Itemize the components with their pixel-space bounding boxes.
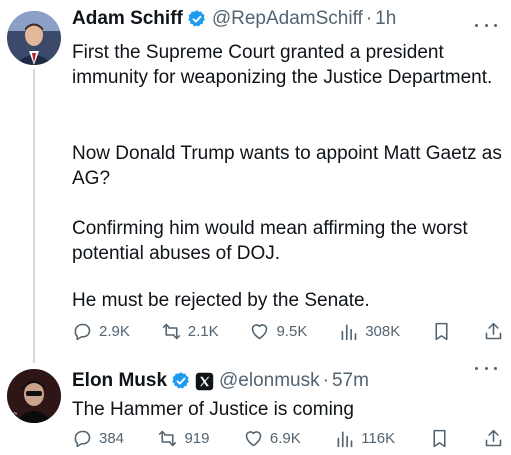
tweet-schiff[interactable]: Adam Schiff @RepAdamSchiff · 1h First th… — [0, 0, 511, 363]
tweet-text-paragraph: Now Donald Trump wants to appoint Matt G… — [72, 143, 502, 189]
reply-button[interactable]: 384 — [72, 428, 124, 449]
repost-button[interactable]: 2.1K — [161, 321, 219, 342]
tweet-text-paragraph: First the Supreme Court granted a presid… — [72, 42, 493, 88]
like-button[interactable]: 6.9K — [243, 428, 301, 449]
author-name[interactable]: Adam Schiff — [72, 7, 183, 31]
reply-icon — [74, 430, 91, 447]
action-bar: 2.9K 2.1K 9.5K 308K — [72, 319, 504, 343]
views-chart-icon — [341, 324, 357, 340]
view-count: 116K — [361, 429, 396, 447]
timestamp[interactable]: 57m — [332, 369, 369, 393]
heart-icon — [252, 323, 268, 339]
view-count: 308K — [365, 322, 401, 340]
tweet-text-paragraph: He must be rejected by the Senate. — [72, 290, 370, 311]
thread-line — [33, 69, 35, 363]
more-options-icon[interactable] — [475, 18, 497, 32]
share-button[interactable] — [483, 428, 504, 449]
avatar[interactable] — [7, 11, 61, 65]
repost-icon — [159, 430, 177, 446]
repost-count: 2.1K — [187, 322, 219, 340]
share-button[interactable] — [483, 321, 504, 342]
separator-dot: · — [322, 370, 329, 391]
repost-count: 919 — [184, 429, 210, 447]
like-count: 6.9K — [269, 429, 301, 447]
like-count: 9.5K — [276, 322, 308, 340]
tweet-text-paragraph: The Hammer of Justice is coming — [72, 399, 354, 420]
repost-icon — [162, 323, 180, 339]
reply-count: 2.9K — [99, 322, 130, 340]
bookmark-button[interactable] — [429, 428, 450, 449]
author-handle[interactable]: @RepAdamSchiff — [212, 7, 363, 31]
author-name[interactable]: Elon Musk — [72, 369, 167, 393]
reply-button[interactable]: 2.9K — [72, 321, 130, 342]
bookmark-icon — [432, 429, 446, 447]
bookmark-icon — [435, 322, 448, 340]
tweet-text-paragraph: Confirming him would mean affirming the … — [72, 218, 468, 264]
tweet-header: Adam Schiff @RepAdamSchiff · 1h — [72, 7, 396, 31]
svg-text:C: C — [11, 411, 18, 421]
separator-dot: · — [365, 8, 373, 29]
reply-count: 384 — [99, 429, 125, 447]
reply-icon — [74, 323, 91, 340]
views-chart-icon — [337, 431, 353, 447]
x-affiliate-badge-icon — [195, 372, 214, 390]
views-button[interactable]: 308K — [338, 321, 400, 342]
heart-icon — [245, 430, 262, 446]
author-handle[interactable]: @elonmusk — [219, 369, 320, 393]
views-button[interactable]: 116K — [334, 428, 395, 449]
timestamp[interactable]: 1h — [375, 7, 396, 31]
more-options-icon[interactable] — [475, 361, 497, 375]
share-icon — [485, 322, 502, 339]
avatar[interactable]: C — [7, 369, 61, 423]
verified-badge-icon — [172, 372, 189, 389]
like-button[interactable]: 9.5K — [249, 321, 307, 342]
verified-badge-icon — [188, 10, 205, 27]
repost-button[interactable]: 919 — [157, 428, 209, 449]
share-icon — [485, 429, 502, 446]
action-bar: 384 919 6.9K 116K — [72, 426, 504, 450]
bookmark-button[interactable] — [431, 321, 452, 342]
tweet-header: Elon Musk @elonmusk · 57m — [72, 369, 369, 393]
